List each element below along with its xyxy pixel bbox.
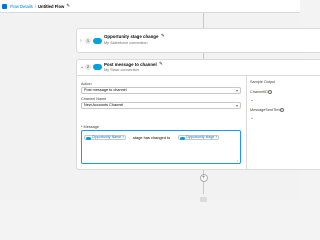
- message-text: stage has changed to: [133, 135, 171, 140]
- sample-output-label: Sample Output: [250, 80, 276, 84]
- breadcrumb-separator: /: [34, 3, 36, 9]
- step-number-badge: 2: [85, 64, 91, 70]
- message-label: * Message: [81, 125, 99, 129]
- channel-select-value: New Accounts Channel: [84, 103, 124, 107]
- pencil-icon[interactable]: ✎: [66, 3, 70, 9]
- top-bar: Flow Details / Untitled Flow ✎: [0, 0, 300, 13]
- breadcrumb-flow-details[interactable]: Flow Details: [10, 4, 33, 9]
- panel-divider: [246, 75, 247, 169]
- step-1-subtitle: My Salesforce connection: [104, 41, 148, 45]
- step-2-subtitle: My Slack connection: [104, 68, 139, 72]
- action-select-value: Post message to channel: [84, 88, 127, 92]
- chevron-down-icon[interactable]: ⌄: [250, 97, 254, 103]
- pill-label: Opportunity Name: [92, 135, 122, 139]
- add-step-button-2[interactable]: +: [199, 174, 208, 182]
- message-textarea[interactable]: Opportunity Name× stage has changed to O…: [81, 130, 241, 164]
- pill-label: Opportunity stage: [186, 135, 215, 139]
- salesforce-cloud-icon: [86, 136, 91, 140]
- opportunity-name-pill[interactable]: Opportunity Name×: [84, 135, 127, 140]
- remove-pill-icon[interactable]: ×: [215, 135, 217, 139]
- pencil-icon[interactable]: ✎: [159, 61, 163, 67]
- chevron-down-icon: ▾: [235, 88, 238, 93]
- output-channel-id: ChannelID: [250, 90, 268, 94]
- output-message-sent-time: MessageSentTime: [250, 108, 282, 112]
- required-marker: *: [81, 125, 83, 129]
- step-number-badge: 1: [85, 38, 91, 44]
- channel-name-select[interactable]: New Accounts Channel ▾: [81, 102, 241, 109]
- opportunity-stage-pill[interactable]: Opportunity stage×: [178, 135, 220, 140]
- salesforce-cloud-icon: [93, 38, 102, 44]
- chevron-down-icon[interactable]: ⌄: [80, 64, 84, 70]
- remove-pill-icon[interactable]: ×: [122, 135, 124, 139]
- message-label-text: Message: [83, 125, 99, 129]
- salesforce-cloud-icon: [180, 136, 185, 140]
- step-2-title: Post message to channel: [104, 62, 157, 67]
- connector-line-top: [203, 13, 204, 28]
- step-1-title: Opportunity stage change: [104, 34, 159, 39]
- chevron-down-icon[interactable]: ⌄: [250, 115, 254, 121]
- flow-title: Untitled Flow: [37, 3, 65, 9]
- chevron-right-icon[interactable]: ›: [80, 38, 82, 44]
- resize-handle-icon[interactable]: ⌟: [236, 157, 238, 162]
- salesforce-cloud-icon: [93, 64, 102, 70]
- info-icon[interactable]: [268, 90, 272, 94]
- step-card-1[interactable]: › 1 Opportunity stage change ✎ My Salesf…: [76, 28, 320, 53]
- info-icon[interactable]: [280, 108, 284, 112]
- home-icon[interactable]: [2, 3, 7, 9]
- end-node-icon[interactable]: [199, 197, 207, 202]
- action-select[interactable]: Post message to channel ▾: [81, 87, 241, 94]
- channel-name-label: Channel Name: [81, 97, 107, 101]
- chevron-down-icon: ▾: [235, 103, 238, 108]
- pencil-icon[interactable]: ✎: [161, 33, 165, 39]
- action-label: Action: [81, 82, 92, 86]
- card-divider: [77, 75, 320, 76]
- step-card-2[interactable]: ⌄ 2 Post message to channel ✎ My Slack c…: [76, 59, 320, 170]
